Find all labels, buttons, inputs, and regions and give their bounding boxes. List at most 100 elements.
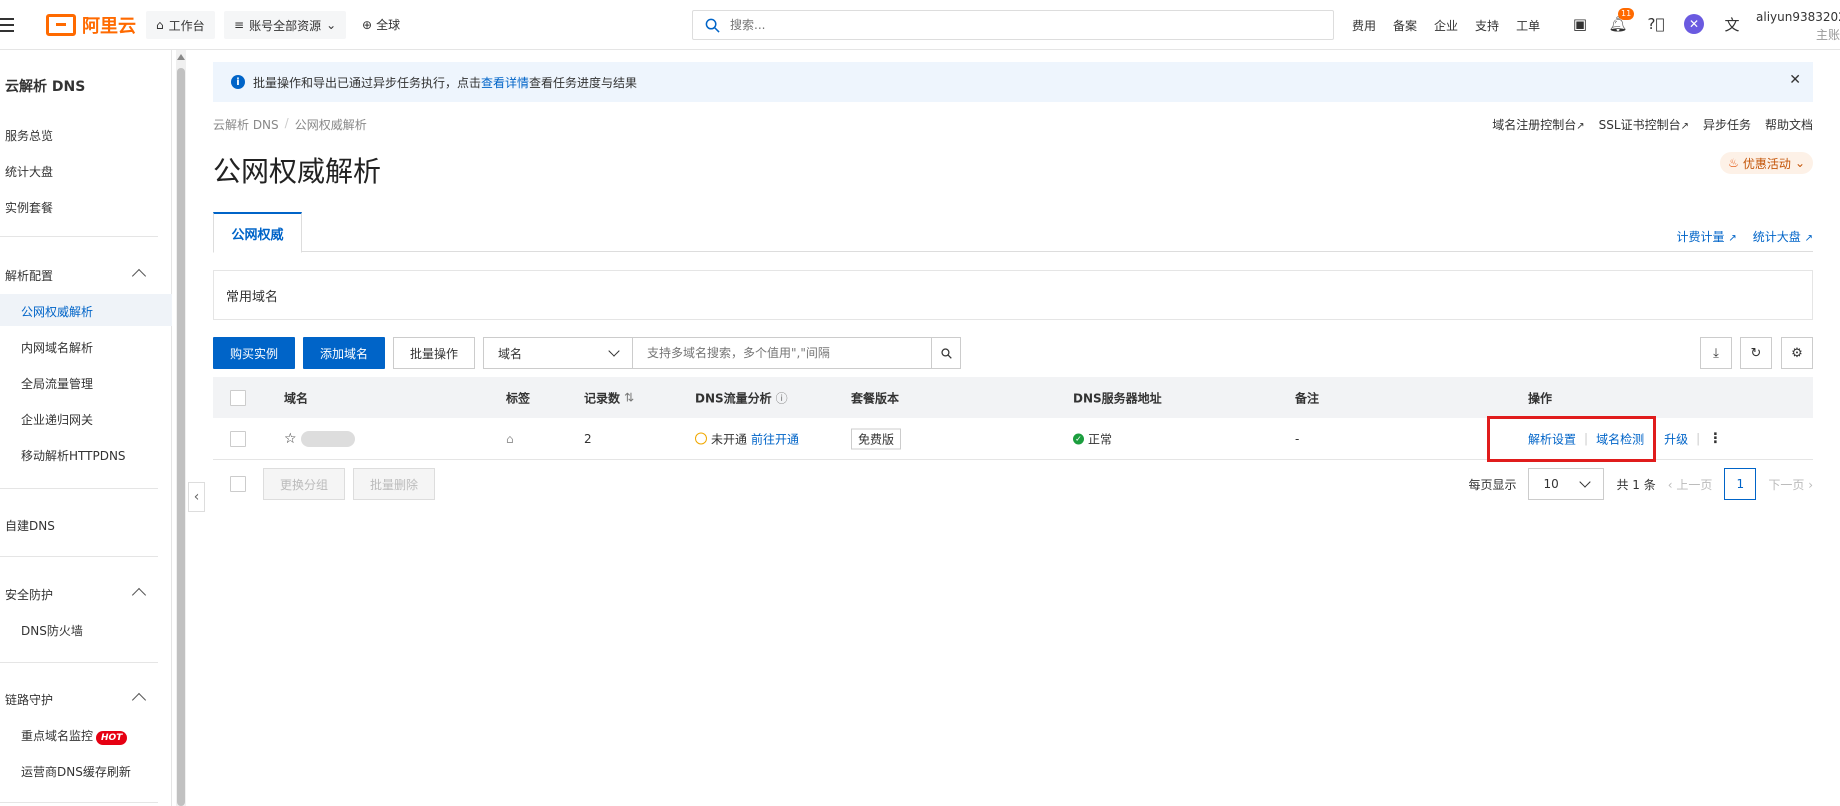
menu-icon[interactable] <box>0 14 16 34</box>
sidebar-item-stats[interactable]: 统计大盘 <box>5 163 53 180</box>
sort-icon[interactable]: ⇅ <box>624 391 634 405</box>
col-records[interactable]: 记录数 ⇅ <box>584 389 634 406</box>
sidebar-title: 云解析 DNS <box>5 79 86 95</box>
fire-icon: ♨ <box>1728 156 1739 170</box>
sidebar-item-dns-firewall[interactable]: DNS防火墙 <box>21 622 83 639</box>
search-button[interactable] <box>931 337 961 369</box>
sidebar-item-self-dns[interactable]: 自建DNS <box>5 517 55 534</box>
sidebar-item-httpdns[interactable]: 移动解析HTTPDNS <box>21 447 126 464</box>
top-link-fee[interactable]: 费用 <box>1352 17 1376 34</box>
sidebar-item-overview[interactable]: 服务总览 <box>5 127 53 144</box>
top-links: 费用 备案 企业 支持 工单 <box>1352 17 1540 34</box>
sidebar-scrollbar[interactable] <box>176 50 186 806</box>
sidebar-item-instances[interactable]: 实例套餐 <box>5 199 53 216</box>
checkbox[interactable] <box>230 430 246 447</box>
enable-analysis-link[interactable]: 前往开通 <box>751 430 799 447</box>
terminal-icon[interactable]: ▣ <box>1570 14 1590 34</box>
top-link-icp[interactable]: 备案 <box>1393 17 1417 34</box>
more-actions-icon[interactable]: ⋮ <box>1708 431 1722 447</box>
top-link-support[interactable]: 支持 <box>1475 17 1499 34</box>
sidebar-item-public-auth[interactable]: 公网权威解析 <box>21 303 93 320</box>
row-checkbox[interactable] <box>230 430 246 447</box>
tag-icon[interactable]: ⌂ <box>506 432 514 446</box>
sidebar-item-key-monitor[interactable]: 重点域名监控 HOT <box>21 727 128 745</box>
select-all-checkbox[interactable] <box>230 389 246 406</box>
batch-delete-button[interactable]: 批量删除 <box>353 468 435 500</box>
add-domain-button[interactable]: 添加域名 <box>303 337 385 369</box>
footer-checkbox[interactable] <box>230 476 246 492</box>
check-icon: ✓ <box>1073 433 1084 444</box>
sidebar-item-gtm[interactable]: 全局流量管理 <box>21 375 93 392</box>
records-count: 2 <box>584 431 592 446</box>
region-selector[interactable]: ⊕ 全球 <box>362 16 400 33</box>
scroll-up-arrow-icon[interactable] <box>177 54 185 60</box>
table-footer: 更换分组 批量删除 每页显示 10 共 1 条 ‹ 上一页 1 下一页 › <box>213 468 1813 500</box>
link-stats[interactable]: 统计大盘 ↗ <box>1753 228 1813 245</box>
sidebar-item-recursive-gateway[interactable]: 企业递归网关 <box>21 411 93 428</box>
bell-icon[interactable]: 🔔︎ 11 <box>1608 8 1635 34</box>
breadcrumb-separator: / <box>284 116 289 130</box>
tab-public-auth[interactable]: 公网权威 <box>213 212 302 253</box>
common-domain-panel: 常用域名 <box>213 270 1813 320</box>
search-icon <box>940 347 952 359</box>
top-link-enterprise[interactable]: 企业 <box>1434 17 1458 34</box>
page-number-button[interactable]: 1 <box>1724 468 1757 500</box>
domain-name-redacted[interactable] <box>300 430 355 447</box>
domain-search-input[interactable] <box>647 346 931 360</box>
sidebar-item-isp-cache[interactable]: 运营商DNS缓存刷新 <box>21 763 131 780</box>
link-help-docs[interactable]: 帮助文档 <box>1765 116 1813 133</box>
user-account[interactable]: aliyun93832027 主账 <box>1756 8 1840 44</box>
breadcrumb-root[interactable]: 云解析 DNS <box>213 116 279 133</box>
checkbox[interactable] <box>230 389 246 406</box>
aliyun-logo[interactable]: 阿里云 <box>46 12 136 38</box>
table-toolbar: 购买实例 添加域名 批量操作 域名 ⤓ ↻ ⚙ <box>213 337 1813 369</box>
sidebar-group-security[interactable]: 安全防护 <box>5 586 53 603</box>
top-link-ticket[interactable]: 工单 <box>1516 17 1540 34</box>
link-async-tasks[interactable]: 异步任务 <box>1703 116 1751 133</box>
domain-search-field[interactable] <box>632 337 932 369</box>
sidebar-scroll-thumb[interactable] <box>177 68 185 806</box>
batch-operation-button[interactable]: 批量操作 <box>393 337 475 369</box>
close-icon[interactable]: ✕ <box>1789 72 1801 88</box>
global-search-input[interactable] <box>730 18 1333 32</box>
link-domain-console[interactable]: 域名注册控制台↗ <box>1492 116 1584 133</box>
next-page-button[interactable]: 下一页 › <box>1768 476 1813 493</box>
notice-suffix: 查看任务进度与结果 <box>529 75 638 90</box>
sidebar-divider <box>0 662 158 663</box>
search-field-select[interactable]: 域名 <box>483 337 633 369</box>
link-billing[interactable]: 计费计量 ↗ <box>1677 228 1737 245</box>
external-link-icon: ↗ <box>1804 233 1813 244</box>
promo-button[interactable]: ♨ 优惠活动 ⌄ <box>1720 152 1813 174</box>
link-domain-console-label: 域名注册控制台 <box>1492 118 1577 132</box>
change-group-button[interactable]: 更换分组 <box>263 468 345 500</box>
sidebar-group-link-guard[interactable]: 链路守护 <box>5 691 53 708</box>
upgrade-link[interactable]: 升级 <box>1664 430 1688 447</box>
avatar-icon[interactable]: ✕ <box>1684 14 1704 34</box>
sidebar-group-resolve-config[interactable]: 解析配置 <box>5 267 53 284</box>
chevron-up-icon[interactable] <box>131 587 147 603</box>
chevron-up-icon[interactable] <box>131 268 147 284</box>
download-button[interactable]: ⤓ <box>1700 337 1732 369</box>
sidebar-item-private-zone[interactable]: 内网域名解析 <box>21 339 93 356</box>
sidebar-collapse-button[interactable]: ‹ <box>188 482 205 512</box>
buy-instance-button[interactable]: 购买实例 <box>213 337 295 369</box>
global-search[interactable] <box>692 10 1334 40</box>
account-resources-dropdown[interactable]: ≡ 账号全部资源 ⌄ <box>224 11 347 39</box>
external-link-icon: ↗ <box>1728 233 1737 244</box>
checkbox[interactable] <box>230 476 246 492</box>
help-circle-icon[interactable]: ⓘ <box>776 389 788 406</box>
prev-page-button[interactable]: ‹ 上一页 <box>1668 476 1713 493</box>
col-domain: 域名 <box>284 391 309 405</box>
help-icon[interactable]: ?⃝ <box>1646 14 1666 34</box>
edition-cell: 免费版 <box>851 428 902 449</box>
header-links: 域名注册控制台↗ SSL证书控制台↗ 异步任务 帮助文档 <box>1492 116 1813 133</box>
notice-details-link[interactable]: 查看详情 <box>481 76 529 90</box>
workbench-button[interactable]: ⌂ 工作台 <box>146 11 215 39</box>
chevron-up-icon[interactable] <box>131 692 147 708</box>
star-icon[interactable]: ☆ <box>284 431 297 447</box>
link-ssl-console[interactable]: SSL证书控制台↗ <box>1599 116 1689 133</box>
per-page-select[interactable]: 10 <box>1528 468 1605 500</box>
refresh-button[interactable]: ↻ <box>1740 337 1772 369</box>
translate-icon[interactable]: 文 <box>1722 14 1742 34</box>
settings-button[interactable]: ⚙ <box>1781 337 1813 369</box>
